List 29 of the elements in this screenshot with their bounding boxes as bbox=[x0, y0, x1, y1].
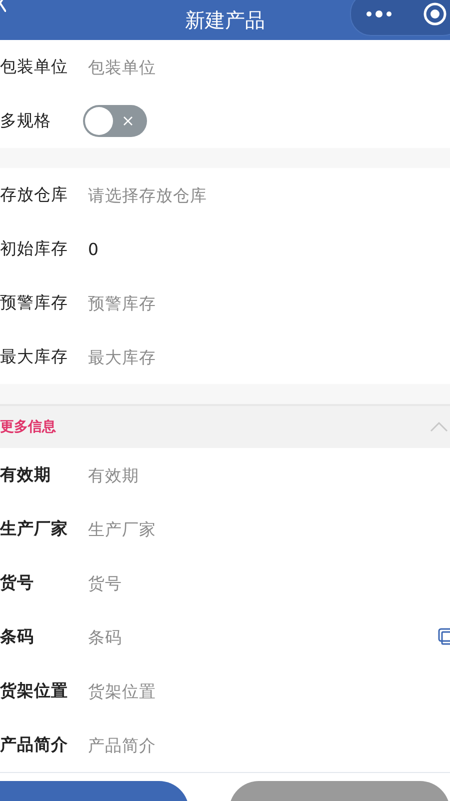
section-title: 更多信息 bbox=[0, 418, 56, 436]
toggle-switch[interactable] bbox=[83, 105, 147, 137]
x-icon bbox=[123, 116, 133, 126]
field-label: 有效期 bbox=[0, 464, 52, 486]
input-field[interactable]: 生产厂家 bbox=[88, 520, 450, 538]
field-label: 条码 bbox=[0, 626, 35, 648]
field-label: 预警库存 bbox=[0, 292, 69, 314]
input-field[interactable]: 0 bbox=[88, 240, 450, 258]
input-field[interactable]: 有效期 bbox=[88, 466, 450, 484]
input-field[interactable]: 货架位置 bbox=[88, 682, 450, 700]
input-field[interactable]: 最大库存 bbox=[88, 348, 450, 366]
field-label: 货架位置 bbox=[0, 680, 69, 702]
target-icon bbox=[423, 2, 447, 26]
input-field[interactable]: 条码 bbox=[88, 628, 438, 646]
field-label: 最大库存 bbox=[0, 346, 69, 368]
field-label: 初始库存 bbox=[0, 238, 69, 260]
input-field[interactable]: 请选择存放仓库 bbox=[88, 186, 450, 204]
input-field[interactable]: 包装单位 bbox=[88, 58, 450, 76]
field-label: 多规格 bbox=[0, 110, 52, 132]
field-label: 产品简介 bbox=[0, 734, 69, 756]
field-label: 存放仓库 bbox=[0, 184, 69, 206]
input-field[interactable]: 货号 bbox=[88, 574, 450, 592]
page-title: 新建产品 bbox=[185, 6, 265, 34]
input-field[interactable]: 预警库存 bbox=[88, 294, 450, 312]
input-field[interactable]: 产品简介 bbox=[88, 736, 450, 754]
field-label: 货号 bbox=[0, 572, 35, 594]
scan-icon[interactable] bbox=[438, 628, 450, 646]
more-icon bbox=[366, 10, 392, 18]
field-label: 包装单位 bbox=[0, 56, 69, 78]
